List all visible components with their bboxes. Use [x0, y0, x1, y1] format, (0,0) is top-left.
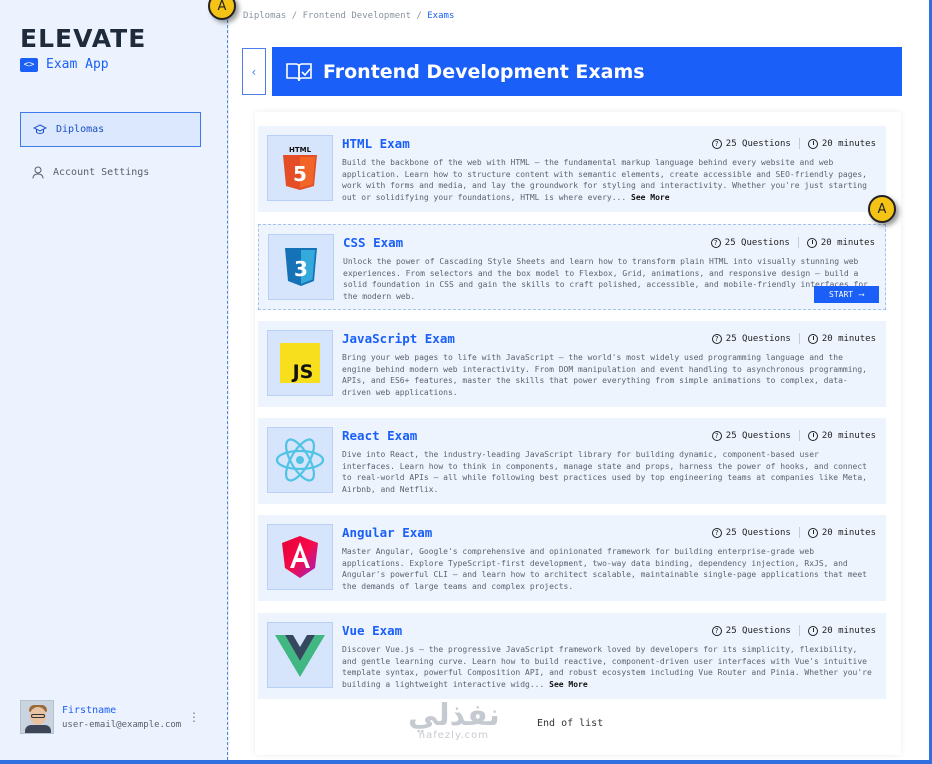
question-count: 25 Questions — [725, 333, 791, 344]
exam-description: Dive into React, the industry-leading Ja… — [342, 450, 867, 494]
breadcrumb: Diplomas / Frontend Development / Exams — [243, 11, 455, 21]
exam-card-html[interactable]: HTML 5 HTML Exam ? 25 Questions 20 minut… — [258, 126, 886, 212]
user-email: user-email@example.com — [62, 719, 182, 730]
start-exam-button[interactable]: START ⟶ — [814, 286, 879, 303]
exam-card-react[interactable]: React Exam ? 25 Questions 20 minutes Div… — [258, 418, 886, 504]
react-icon — [275, 438, 325, 482]
exam-list: HTML 5 HTML Exam ? 25 Questions 20 minut… — [255, 112, 901, 755]
timer-icon — [807, 333, 818, 344]
exam-duration: 20 minutes — [821, 527, 876, 538]
exam-duration: 20 minutes — [821, 430, 876, 441]
exam-title: Angular Exam — [342, 525, 433, 540]
see-more-link[interactable]: See More — [549, 680, 588, 689]
exam-card-angular[interactable]: Angular Exam ? 25 Questions 20 minutes M… — [258, 515, 886, 601]
graduation-cap-icon — [33, 123, 47, 134]
question-icon: ? — [711, 138, 722, 149]
exam-meta: ? 25 Questions 20 minutes — [711, 625, 876, 636]
exam-meta: ? 25 Questions 20 minutes — [711, 138, 876, 149]
exam-title: Vue Exam — [342, 623, 403, 638]
timer-icon — [807, 430, 818, 441]
sidebar-item-account-settings[interactable]: Account Settings — [20, 155, 201, 190]
exam-duration: 20 minutes — [821, 625, 876, 636]
question-icon: ? — [711, 430, 722, 441]
css3-icon: 3 — [285, 248, 317, 286]
question-count: 25 Questions — [725, 430, 791, 441]
question-count: 25 Questions — [725, 527, 791, 538]
exam-description: Bring your web pages to life with JavaSc… — [342, 353, 867, 397]
timer-icon — [806, 237, 817, 248]
exam-title: HTML Exam — [342, 136, 410, 151]
exam-thumbnail — [267, 524, 333, 590]
breadcrumb-frontend-development[interactable]: Frontend Development — [303, 11, 411, 21]
exam-description: Build the backbone of the web with HTML … — [342, 158, 867, 202]
chevron-left-icon: ‹ — [250, 64, 258, 79]
sidebar: ELEVATE <> Exam App Diplomas Account Set… — [0, 0, 228, 760]
vue-icon — [275, 635, 325, 677]
timer-icon — [807, 625, 818, 636]
question-icon: ? — [711, 527, 722, 538]
exam-description: Discover Vue.js – the progressive JavaSc… — [342, 645, 872, 689]
question-icon: ? — [711, 333, 722, 344]
exam-card-vue[interactable]: Vue Exam ? 25 Questions 20 minutes Disco… — [258, 613, 886, 699]
end-of-list-label: End of list — [537, 718, 604, 729]
exam-thumbnail — [267, 622, 333, 688]
exam-thumbnail: HTML 5 — [267, 135, 333, 201]
question-count: 25 Questions — [724, 237, 790, 248]
exam-title: React Exam — [342, 428, 418, 443]
exam-card-css[interactable]: 3 CSS Exam ? 25 Questions 20 minutes Unl… — [258, 224, 886, 310]
back-button[interactable]: ‹ — [242, 48, 266, 95]
breadcrumb-exams: Exams — [427, 11, 455, 21]
exam-description: Master Angular, Google's comprehensive a… — [342, 547, 867, 591]
user-icon — [32, 166, 44, 179]
book-check-icon — [286, 62, 312, 81]
exam-title: JavaScript Exam — [342, 331, 455, 346]
exam-thumbnail — [267, 427, 333, 493]
page-header: Frontend Development Exams — [272, 47, 902, 96]
svg-text:5: 5 — [293, 162, 307, 186]
question-count: 25 Questions — [725, 138, 791, 149]
exam-duration: 20 minutes — [821, 138, 876, 149]
exam-meta: ? 25 Questions 20 minutes — [710, 237, 875, 248]
exam-meta: ? 25 Questions 20 minutes — [711, 527, 876, 538]
timer-icon — [807, 527, 818, 538]
sidebar-item-label: Diplomas — [56, 124, 105, 135]
angular-icon — [282, 536, 318, 578]
exam-meta: ? 25 Questions 20 minutes — [711, 430, 876, 441]
javascript-icon: JS — [280, 343, 320, 383]
nafezly-watermark: نفذلي nafezly.com — [408, 698, 500, 742]
svg-text:HTML: HTML — [289, 146, 312, 154]
html5-icon: HTML 5 — [283, 146, 317, 190]
arrow-right-icon: ⟶ — [859, 290, 864, 299]
elevate-logo: ELEVATE — [20, 24, 147, 53]
exam-title: CSS Exam — [343, 235, 404, 250]
main-content: Diplomas / Frontend Development / Exams … — [229, 0, 929, 760]
app-badge: <> Exam App — [20, 57, 109, 72]
code-icon: <> — [20, 57, 38, 72]
exam-description: Unlock the power of Cascading Style Shee… — [343, 257, 868, 301]
sidebar-item-label: Account Settings — [53, 167, 150, 178]
svg-text:3: 3 — [294, 257, 308, 281]
sidebar-item-diplomas[interactable]: Diplomas — [20, 112, 201, 147]
exam-thumbnail: JS — [267, 330, 333, 396]
question-icon: ? — [711, 625, 722, 636]
exam-duration: 20 minutes — [820, 237, 875, 248]
timer-icon — [807, 138, 818, 149]
cursor-marker: A — [868, 195, 896, 223]
breadcrumb-diplomas[interactable]: Diplomas — [243, 11, 286, 21]
exam-card-javascript[interactable]: JS JavaScript Exam ? 25 Questions 20 min… — [258, 321, 886, 407]
svg-text:JS: JS — [291, 361, 314, 383]
question-icon: ? — [710, 237, 721, 248]
avatar — [20, 700, 54, 734]
see-more-link[interactable]: See More — [631, 193, 670, 202]
exam-thumbnail: 3 — [268, 234, 334, 300]
user-profile[interactable]: Firstname user-email@example.com — [20, 700, 181, 734]
app-name: Exam App — [46, 57, 109, 72]
question-count: 25 Questions — [725, 625, 791, 636]
more-vertical-icon[interactable]: ⋮ — [188, 710, 200, 724]
exam-duration: 20 minutes — [821, 333, 876, 344]
page-title: Frontend Development Exams — [323, 60, 645, 83]
user-name: Firstname — [62, 704, 117, 716]
exam-meta: ? 25 Questions 20 minutes — [711, 333, 876, 344]
